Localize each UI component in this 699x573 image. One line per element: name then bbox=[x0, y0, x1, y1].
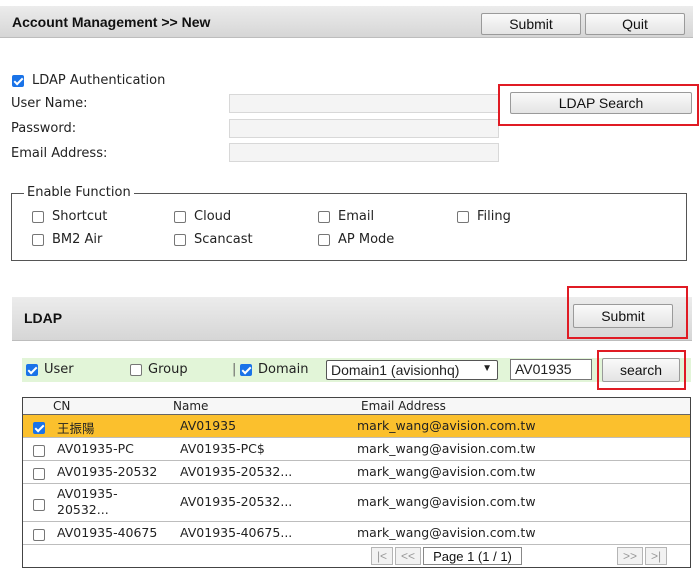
email-field[interactable] bbox=[229, 143, 499, 162]
cell-email: mark_wang@avision.com.tw bbox=[357, 494, 536, 509]
function-email[interactable]: Email bbox=[318, 209, 374, 224]
column-header-email: Email Address bbox=[361, 399, 446, 413]
table-row[interactable]: 王振陽 AV01935 mark_wang@avision.com.tw bbox=[23, 415, 690, 438]
function-scancast[interactable]: Scancast bbox=[174, 232, 253, 247]
function-label: Shortcut bbox=[52, 209, 108, 224]
email-checkbox[interactable] bbox=[318, 210, 330, 223]
search-input[interactable]: AV01935 bbox=[510, 359, 592, 380]
filter-domain-label: Domain bbox=[258, 362, 309, 377]
ldap-auth-checkbox-row[interactable]: LDAP Authentication bbox=[12, 73, 165, 88]
shortcut-checkbox[interactable] bbox=[32, 210, 44, 223]
user-name-label: User Name: bbox=[11, 96, 88, 111]
table-header: CN Name Email Address bbox=[23, 398, 690, 415]
table-row[interactable]: AV01935- 20532... AV01935-20532... mark_… bbox=[23, 484, 690, 522]
column-header-name: Name bbox=[173, 399, 209, 413]
bm2-air-checkbox[interactable] bbox=[32, 233, 44, 246]
function-label: BM2 Air bbox=[52, 232, 103, 247]
cell-email: mark_wang@avision.com.tw bbox=[357, 418, 536, 433]
chevron-down-icon: ▼ bbox=[482, 363, 492, 374]
scancast-checkbox[interactable] bbox=[174, 233, 186, 246]
function-label: AP Mode bbox=[338, 232, 395, 247]
row-checkbox[interactable] bbox=[33, 498, 45, 511]
function-filing[interactable]: Filing bbox=[457, 209, 511, 224]
function-ap-mode[interactable]: AP Mode bbox=[318, 232, 394, 247]
function-label: Scancast bbox=[194, 232, 253, 247]
ap-mode-checkbox[interactable] bbox=[318, 233, 330, 246]
row-checkbox[interactable] bbox=[33, 528, 45, 541]
cloud-checkbox[interactable] bbox=[174, 210, 186, 223]
row-checkbox[interactable] bbox=[33, 421, 45, 434]
email-label: Email Address: bbox=[11, 146, 108, 161]
domain-checkbox[interactable] bbox=[240, 363, 252, 376]
domain-select-value: Domain1 (avisionhq) bbox=[331, 362, 460, 378]
function-label: Email bbox=[338, 209, 375, 224]
cell-cn: AV01935-PC bbox=[57, 441, 134, 456]
highlight-box bbox=[567, 286, 688, 339]
pager-next-button[interactable]: >> bbox=[617, 547, 643, 565]
password-field[interactable] bbox=[229, 119, 499, 138]
filter-user[interactable]: User bbox=[26, 362, 74, 377]
cell-cn: 王振陽 bbox=[57, 421, 95, 436]
ldap-auth-checkbox[interactable] bbox=[12, 74, 24, 87]
cell-email: mark_wang@avision.com.tw bbox=[357, 464, 536, 479]
cell-cn: AV01935-20532 bbox=[57, 464, 158, 479]
row-checkbox[interactable] bbox=[33, 444, 45, 457]
filter-user-label: User bbox=[44, 362, 74, 377]
submit-button[interactable]: Submit bbox=[481, 13, 581, 35]
cell-name: AV01935-20532... bbox=[180, 494, 293, 509]
pager-last-button[interactable]: >| bbox=[645, 547, 667, 565]
ldap-results-table: CN Name Email Address 王振陽 AV01935 mark_w… bbox=[22, 397, 691, 568]
row-checkbox[interactable] bbox=[33, 467, 45, 480]
enable-function-group bbox=[11, 193, 687, 261]
function-bm2-air[interactable]: BM2 Air bbox=[32, 232, 102, 247]
user-name-field[interactable] bbox=[229, 94, 499, 113]
domain-select[interactable]: Domain1 (avisionhq) ▼ bbox=[326, 360, 498, 380]
function-label: Filing bbox=[477, 209, 511, 224]
filing-checkbox[interactable] bbox=[457, 210, 469, 223]
pager-first-button[interactable]: |< bbox=[371, 547, 393, 565]
function-label: Cloud bbox=[194, 209, 232, 224]
table-row[interactable]: AV01935-20532 AV01935-20532... mark_wang… bbox=[23, 461, 690, 484]
cell-name: AV01935-20532... bbox=[180, 464, 293, 479]
highlight-box bbox=[597, 350, 686, 390]
enable-function-legend: Enable Function bbox=[24, 185, 134, 200]
filter-separator: | bbox=[232, 362, 237, 377]
quit-button[interactable]: Quit bbox=[585, 13, 685, 35]
group-checkbox[interactable] bbox=[130, 363, 142, 376]
ldap-title: LDAP bbox=[24, 310, 63, 326]
cell-name: AV01935-PC$ bbox=[180, 441, 265, 456]
filter-group[interactable]: Group bbox=[130, 362, 188, 377]
filter-group-label: Group bbox=[148, 362, 188, 377]
user-checkbox[interactable] bbox=[26, 363, 38, 376]
table-row[interactable]: AV01935-40675 AV01935-40675... mark_wang… bbox=[23, 522, 690, 545]
cell-name: AV01935 bbox=[180, 418, 237, 433]
filter-domain[interactable]: Domain bbox=[240, 362, 308, 377]
pager-prev-button[interactable]: << bbox=[395, 547, 421, 565]
cell-cn: AV01935-40675 bbox=[57, 525, 158, 540]
cell-email: mark_wang@avision.com.tw bbox=[357, 441, 536, 456]
cell-cn: AV01935- bbox=[57, 486, 118, 501]
function-shortcut[interactable]: Shortcut bbox=[32, 209, 107, 224]
pager-row: |< << Page 1 (1 / 1) >> >| bbox=[23, 545, 690, 567]
pager-page-select[interactable]: Page 1 (1 / 1) bbox=[423, 547, 522, 565]
search-input-value: AV01935 bbox=[515, 361, 572, 377]
highlight-box bbox=[498, 84, 699, 126]
table-row[interactable]: AV01935-PC AV01935-PC$ mark_wang@avision… bbox=[23, 438, 690, 461]
cell-name: AV01935-40675... bbox=[180, 525, 293, 540]
function-cloud[interactable]: Cloud bbox=[174, 209, 231, 224]
page-title: Account Management >> New bbox=[12, 14, 211, 30]
cell-cn-continued: 20532... bbox=[57, 502, 109, 517]
ldap-auth-label: LDAP Authentication bbox=[32, 73, 166, 88]
cell-email: mark_wang@avision.com.tw bbox=[357, 525, 536, 540]
column-header-cn: CN bbox=[53, 399, 71, 413]
password-label: Password: bbox=[11, 121, 77, 136]
